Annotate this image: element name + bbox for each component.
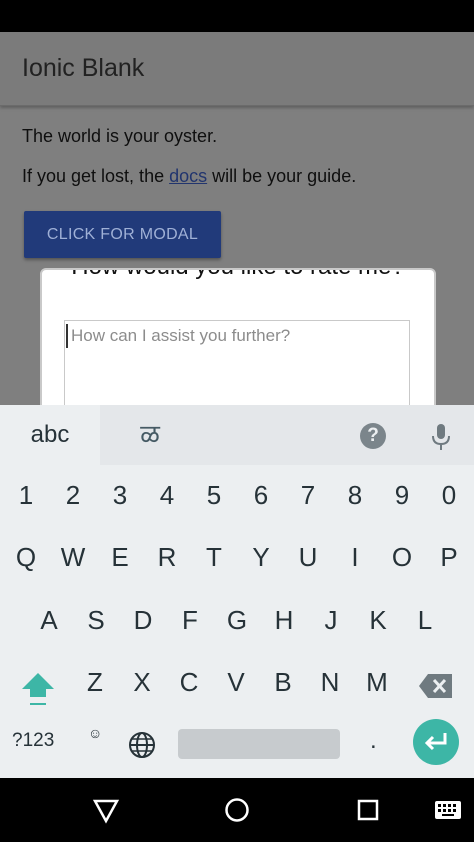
enter-icon <box>424 733 447 751</box>
key-j[interactable]: J <box>308 590 354 650</box>
key-1[interactable]: 1 <box>3 465 49 525</box>
key-5[interactable]: 5 <box>191 465 237 525</box>
key-x[interactable]: X <box>119 652 165 712</box>
emoji-key[interactable]: ☺ <box>88 725 102 741</box>
help-icon[interactable]: ? <box>360 423 386 449</box>
docs-text-before: If you get lost, the <box>22 166 170 186</box>
key-h[interactable]: H <box>261 590 307 650</box>
status-bar <box>0 0 474 32</box>
docs-link[interactable]: docs <box>169 166 207 186</box>
globe-icon[interactable] <box>128 731 156 759</box>
page-title: Ionic Blank <box>22 54 145 82</box>
navigation-bar <box>0 778 474 842</box>
key-g[interactable]: G <box>214 590 260 650</box>
key-9[interactable]: 9 <box>379 465 425 525</box>
key-l[interactable]: L <box>402 590 448 650</box>
key-n[interactable]: N <box>307 652 353 712</box>
nav-home-icon[interactable] <box>224 797 250 823</box>
key-z[interactable]: Z <box>72 652 118 712</box>
key-a[interactable]: A <box>26 590 72 650</box>
key-s[interactable]: S <box>73 590 119 650</box>
key-p[interactable]: P <box>426 527 472 587</box>
docs-text: If you get lost, the docs will be your g… <box>22 166 356 187</box>
key-e[interactable]: E <box>97 527 143 587</box>
key-8[interactable]: 8 <box>332 465 378 525</box>
click-for-modal-button[interactable]: CLICK FOR MODAL <box>24 211 221 258</box>
key-7[interactable]: 7 <box>285 465 331 525</box>
symbols-key[interactable]: ?123 <box>12 730 54 752</box>
nav-recents-icon[interactable] <box>357 799 379 821</box>
key-d[interactable]: D <box>120 590 166 650</box>
backspace-icon[interactable] <box>418 673 454 699</box>
key-t[interactable]: T <box>191 527 237 587</box>
key-6[interactable]: 6 <box>238 465 284 525</box>
text-cursor <box>66 324 68 348</box>
keyboard-toolbar: abc ळ ? <box>0 405 474 465</box>
mic-icon[interactable] <box>430 422 452 452</box>
key-b[interactable]: B <box>260 652 306 712</box>
keyboard-tab-kannada[interactable]: ळ <box>120 405 180 465</box>
key-m[interactable]: M <box>354 652 400 712</box>
key-0[interactable]: 0 <box>426 465 472 525</box>
nav-back-icon[interactable] <box>92 798 120 824</box>
key-i[interactable]: I <box>332 527 378 587</box>
key-o[interactable]: O <box>379 527 425 587</box>
key-w[interactable]: W <box>50 527 96 587</box>
space-key[interactable] <box>178 729 340 759</box>
key-k[interactable]: K <box>355 590 401 650</box>
docs-text-after: will be your guide. <box>207 166 357 186</box>
key-y[interactable]: Y <box>238 527 284 587</box>
app-header: Ionic Blank <box>0 32 474 106</box>
modal-question: How would you like to rate me? <box>42 270 434 282</box>
soft-keyboard: abc ळ ? 1234567890 QWERTYUIOP ASDFGHJKL … <box>0 405 474 778</box>
key-4[interactable]: 4 <box>144 465 190 525</box>
period-key[interactable]: . <box>370 727 377 755</box>
key-2[interactable]: 2 <box>50 465 96 525</box>
key-r[interactable]: R <box>144 527 190 587</box>
enter-key[interactable] <box>413 719 459 765</box>
shift-icon[interactable] <box>16 669 60 709</box>
key-u[interactable]: U <box>285 527 331 587</box>
key-q[interactable]: Q <box>3 527 49 587</box>
key-c[interactable]: C <box>166 652 212 712</box>
key-v[interactable]: V <box>213 652 259 712</box>
key-3[interactable]: 3 <box>97 465 143 525</box>
intro-text: The world is your oyster. <box>22 126 218 146</box>
keyboard-tab-abc[interactable]: abc <box>0 405 100 465</box>
key-f[interactable]: F <box>167 590 213 650</box>
nav-keyboard-icon[interactable] <box>434 800 462 820</box>
